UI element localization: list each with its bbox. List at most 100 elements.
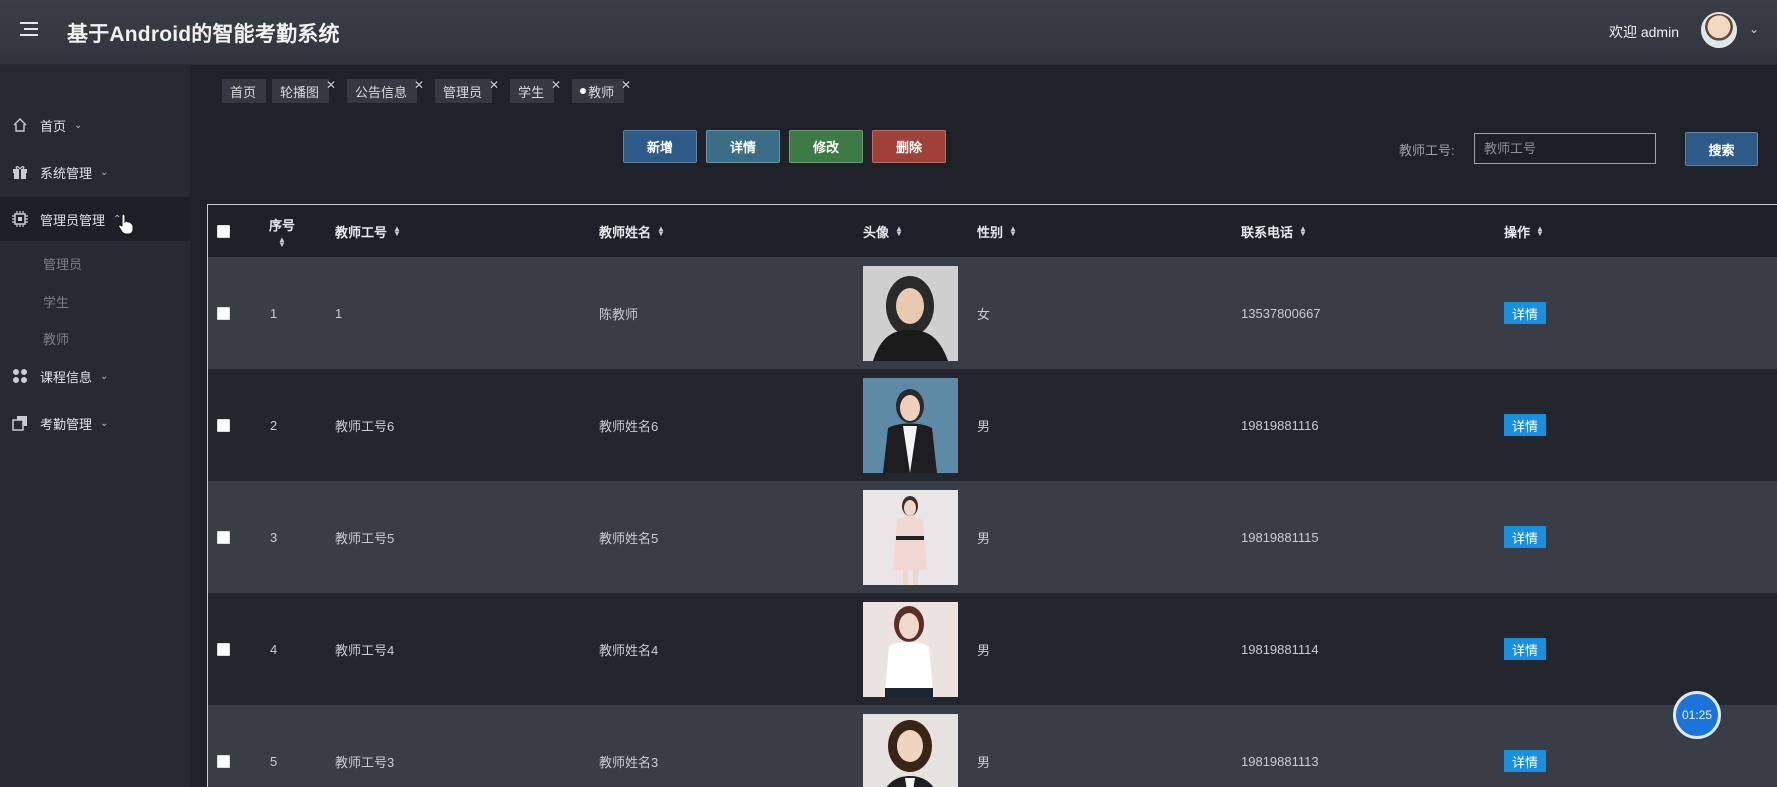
chevron-down-icon: ⌄ bbox=[100, 417, 109, 429]
sidebar: 首页 ⌄ 系统管理 ⌄ 管理员管理 ⌃ 管理员 学生 教师 课程信息 ⌄ 考勤管… bbox=[0, 65, 190, 787]
tab-notice[interactable]: 公告信息 ✕ bbox=[347, 78, 424, 103]
cell-index: 2 bbox=[270, 417, 278, 433]
row-checkbox[interactable] bbox=[217, 705, 230, 787]
cell-gender: 男 bbox=[977, 754, 991, 770]
tab-label: 管理员 bbox=[443, 84, 483, 100]
column-header-label: 序号 bbox=[269, 218, 296, 233]
column-header-phone[interactable]: 联系电话 ▲ ▼ bbox=[1241, 205, 1307, 257]
column-header-label: 头像 bbox=[863, 224, 890, 240]
sidebar-subitem-student[interactable]: 学生 bbox=[43, 292, 69, 311]
edit-button[interactable]: 修改 bbox=[789, 130, 863, 163]
tab-label: 首页 bbox=[230, 84, 257, 100]
column-header-index[interactable]: 序号 ▲ ▼ bbox=[269, 205, 295, 257]
teacher-photo bbox=[863, 601, 958, 697]
sidebar-item-attendance[interactable]: 考勤管理 ⌄ bbox=[0, 401, 190, 445]
sidebar-subitem-admin[interactable]: 管理员 bbox=[43, 254, 82, 273]
sidebar-item-home[interactable]: 首页 ⌄ bbox=[0, 103, 190, 147]
column-header-gender[interactable]: 性别 ▲ ▼ bbox=[977, 205, 1017, 257]
chevron-down-icon[interactable]: ⌄ bbox=[1749, 22, 1759, 36]
teacher-photo bbox=[863, 377, 958, 473]
cell-avatar bbox=[863, 481, 958, 593]
row-detail-button[interactable]: 详情 bbox=[1504, 526, 1547, 548]
column-header-action[interactable]: 操作 ▲ ▼ bbox=[1504, 205, 1544, 257]
chip-icon bbox=[12, 211, 28, 227]
tab-label: 公告信息 bbox=[355, 84, 408, 100]
sort-icon[interactable]: ▲ ▼ bbox=[393, 225, 401, 238]
column-header-avatar[interactable]: 头像 ▲ ▼ bbox=[863, 205, 903, 257]
search-label: 教师工号: bbox=[1399, 143, 1455, 158]
table-row[interactable]: 1 1 陈教师 女 13537800667 详情 bbox=[208, 257, 1777, 369]
copy-icon bbox=[12, 415, 28, 431]
sort-icon[interactable]: ▲ ▼ bbox=[1536, 225, 1544, 238]
cell-teacher-id: 教师工号5 bbox=[335, 530, 395, 546]
recording-timer[interactable]: 01:25 bbox=[1673, 691, 1721, 739]
detail-button[interactable]: 详情 bbox=[706, 130, 780, 163]
tab-home[interactable]: 首页 bbox=[222, 79, 267, 103]
close-icon[interactable]: ✕ bbox=[489, 78, 499, 92]
row-detail-button[interactable]: 详情 bbox=[1504, 750, 1547, 772]
sort-icon[interactable]: ▲ ▼ bbox=[895, 225, 903, 238]
select-all-checkbox[interactable] bbox=[217, 205, 230, 257]
teacher-photo bbox=[863, 489, 958, 585]
sidebar-item-label: 首页 bbox=[40, 118, 67, 134]
user-avatar[interactable] bbox=[1701, 12, 1737, 48]
sort-icon[interactable]: ▲ ▼ bbox=[278, 236, 286, 249]
cell-phone: 13537800667 bbox=[1241, 305, 1321, 321]
cell-index: 3 bbox=[270, 529, 278, 545]
tab-student[interactable]: 学生 ✕ bbox=[510, 78, 561, 103]
column-header-teacher-id[interactable]: 教师工号 ▲ ▼ bbox=[335, 205, 401, 257]
cell-action: 详情 bbox=[1504, 705, 1547, 787]
row-detail-button[interactable]: 详情 bbox=[1504, 414, 1547, 436]
teacher-id-search-input[interactable] bbox=[1474, 133, 1656, 164]
row-detail-button[interactable]: 详情 bbox=[1504, 302, 1547, 324]
close-icon[interactable]: ✕ bbox=[414, 78, 424, 92]
welcome-user[interactable]: 欢迎 admin bbox=[1609, 22, 1679, 42]
cell-phone: 19819881115 bbox=[1241, 529, 1319, 545]
search-button[interactable]: 搜索 bbox=[1685, 132, 1758, 166]
column-header-label: 教师工号 bbox=[335, 224, 388, 240]
cell-phone: 19819881114 bbox=[1241, 641, 1319, 657]
tab-admin[interactable]: 管理员 ✕ bbox=[435, 78, 499, 103]
tab-bar: 首页 轮播图 ✕ 公告信息 ✕ 管理员 ✕ 学生 ✕ 教师 ✕ bbox=[222, 78, 636, 103]
table-row[interactable]: 4 教师工号4 教师姓名4 男 19819881114 详情 bbox=[208, 593, 1777, 705]
sidebar-item-label: 课程信息 bbox=[40, 369, 93, 385]
cell-name: 教师姓名6 bbox=[599, 418, 659, 434]
hand-pointer-icon bbox=[118, 213, 134, 238]
chevron-down-icon: ⌄ bbox=[100, 166, 109, 178]
sidebar-item-course[interactable]: 课程信息 ⌄ bbox=[0, 354, 190, 398]
delete-button[interactable]: 删除 bbox=[872, 130, 946, 163]
table-header: 序号 ▲ ▼ 教师工号 ▲ ▼ 教师姓名 ▲ ▼ 头像 ▲ ▼ 性别 ▲ ▼ 联系电话 ▲ ▼ 操作 ▲… bbox=[208, 205, 1777, 257]
cell-gender: 男 bbox=[977, 642, 991, 658]
cell-avatar bbox=[863, 593, 958, 705]
tab-carousel[interactable]: 轮播图 ✕ bbox=[272, 78, 336, 103]
close-icon[interactable]: ✕ bbox=[551, 78, 561, 92]
row-checkbox[interactable] bbox=[217, 481, 230, 593]
column-header-label: 性别 bbox=[977, 224, 1004, 240]
table-row[interactable]: 2 教师工号6 教师姓名6 男 19819881116 详情 bbox=[208, 369, 1777, 481]
sidebar-item-admin-manage[interactable]: 管理员管理 ⌃ bbox=[0, 197, 190, 241]
sidebar-item-system[interactable]: 系统管理 ⌄ bbox=[0, 150, 190, 194]
teacher-table: 序号 ▲ ▼ 教师工号 ▲ ▼ 教师姓名 ▲ ▼ 头像 ▲ ▼ 性别 ▲ ▼ 联系电话 ▲ ▼ 操作 ▲… bbox=[207, 204, 1777, 787]
sidebar-subitem-teacher[interactable]: 教师 bbox=[43, 329, 69, 348]
table-row[interactable]: 5 教师工号3 教师姓名3 男 19819881113 详情 bbox=[208, 705, 1777, 787]
tab-teacher[interactable]: 教师 ✕ bbox=[572, 78, 631, 103]
close-icon[interactable]: ✕ bbox=[326, 78, 336, 92]
close-icon[interactable]: ✕ bbox=[621, 78, 631, 92]
column-header-name[interactable]: 教师姓名 ▲ ▼ bbox=[599, 205, 665, 257]
cell-gender: 女 bbox=[977, 306, 991, 322]
chevron-down-icon: ⌄ bbox=[74, 119, 83, 131]
menu-toggle-icon[interactable] bbox=[20, 22, 38, 38]
row-checkbox[interactable] bbox=[217, 593, 230, 705]
cell-teacher-id: 教师工号3 bbox=[335, 754, 395, 770]
row-checkbox[interactable] bbox=[217, 369, 230, 481]
row-detail-button[interactable]: 详情 bbox=[1504, 638, 1547, 660]
cell-index: 1 bbox=[270, 305, 278, 321]
add-button[interactable]: 新增 bbox=[623, 130, 697, 163]
table-row[interactable]: 3 教师工号5 教师姓名5 男 19819881115 详情 bbox=[208, 481, 1777, 593]
cell-action: 详情 bbox=[1504, 369, 1547, 481]
sort-icon[interactable]: ▲ ▼ bbox=[1009, 225, 1017, 238]
sort-icon[interactable]: ▲ ▼ bbox=[657, 225, 665, 238]
tab-label: 轮播图 bbox=[280, 84, 320, 100]
sort-icon[interactable]: ▲ ▼ bbox=[1299, 225, 1307, 238]
row-checkbox[interactable] bbox=[217, 257, 230, 369]
